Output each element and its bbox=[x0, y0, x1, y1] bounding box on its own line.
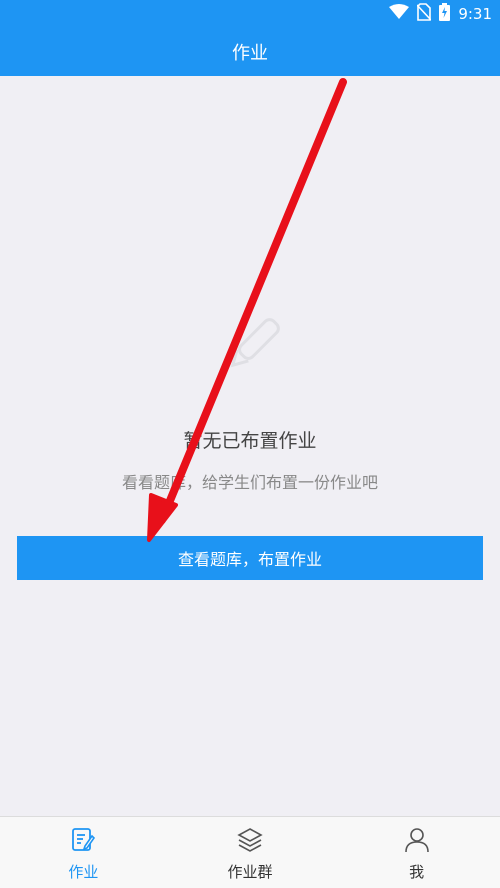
tab-label: 作业群 bbox=[227, 863, 273, 881]
page-title: 作业 bbox=[232, 43, 268, 64]
battery-charging-icon bbox=[439, 3, 451, 25]
tab-homework-groups[interactable]: 作业群 bbox=[167, 817, 334, 888]
status-bar: 9:31 bbox=[0, 0, 500, 28]
tab-label: 作业 bbox=[68, 863, 99, 881]
main-content: 暂无已布置作业 看看题库，给学生们布置一份作业吧 查看题库，布置作业 bbox=[0, 76, 500, 816]
homework-icon bbox=[70, 827, 96, 857]
person-icon bbox=[404, 827, 430, 857]
empty-state-title: 暂无已布置作业 bbox=[183, 430, 317, 452]
wifi-icon bbox=[389, 4, 410, 24]
view-question-bank-button[interactable]: 查看题库，布置作业 bbox=[17, 536, 483, 580]
pencil-icon bbox=[218, 308, 290, 380]
tab-homework[interactable]: 作业 bbox=[0, 817, 167, 888]
status-icons: 9:31 bbox=[389, 3, 492, 25]
tab-label: 我 bbox=[409, 863, 425, 881]
empty-state-subtitle: 看看题库，给学生们布置一份作业吧 bbox=[121, 473, 378, 492]
tab-me[interactable]: 我 bbox=[333, 817, 500, 888]
status-time: 9:31 bbox=[458, 5, 492, 23]
app-header: 作业 bbox=[0, 28, 500, 76]
layers-icon bbox=[237, 827, 263, 857]
no-sim-icon bbox=[416, 3, 432, 25]
bottom-tab-bar: 作业 作业群 我 bbox=[0, 816, 500, 888]
